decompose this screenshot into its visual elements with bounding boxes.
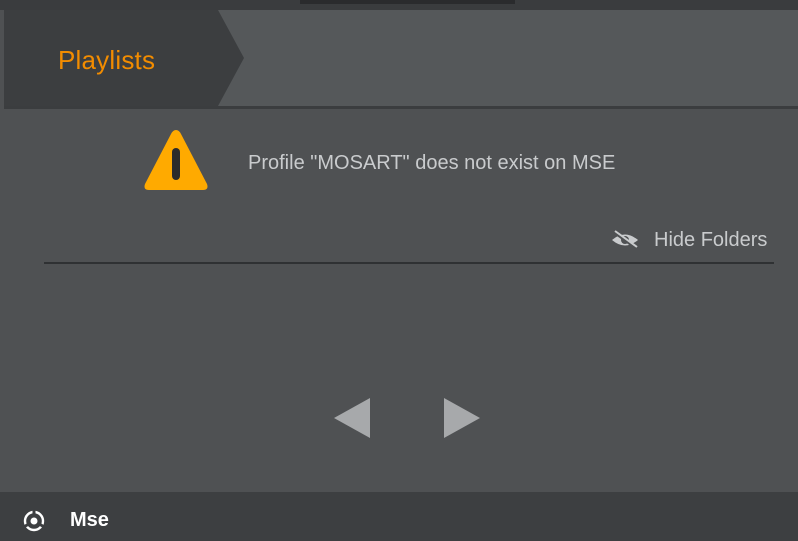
warning-icon <box>144 130 208 190</box>
eye-slash-icon <box>612 230 638 250</box>
mse-logo-icon <box>23 510 45 532</box>
status-footer <box>0 492 798 541</box>
hide-folders-label: Hide Folders <box>654 228 768 251</box>
previous-page-button[interactable] <box>330 396 374 440</box>
next-page-button[interactable] <box>440 396 484 440</box>
error-message: Profile "MOSART" does not exist on MSE <box>248 152 616 174</box>
triangle-left-icon <box>334 398 370 438</box>
top-bar <box>0 0 798 10</box>
hide-folders-button[interactable]: Hide Folders <box>610 226 767 254</box>
tab-label: Playlists <box>58 45 156 75</box>
tab-playlists[interactable]: Playlists <box>4 10 244 106</box>
triangle-right-icon <box>444 398 480 438</box>
content-divider <box>44 262 774 264</box>
top-bar-marker <box>300 0 515 4</box>
footer-label: Mse <box>70 509 109 531</box>
